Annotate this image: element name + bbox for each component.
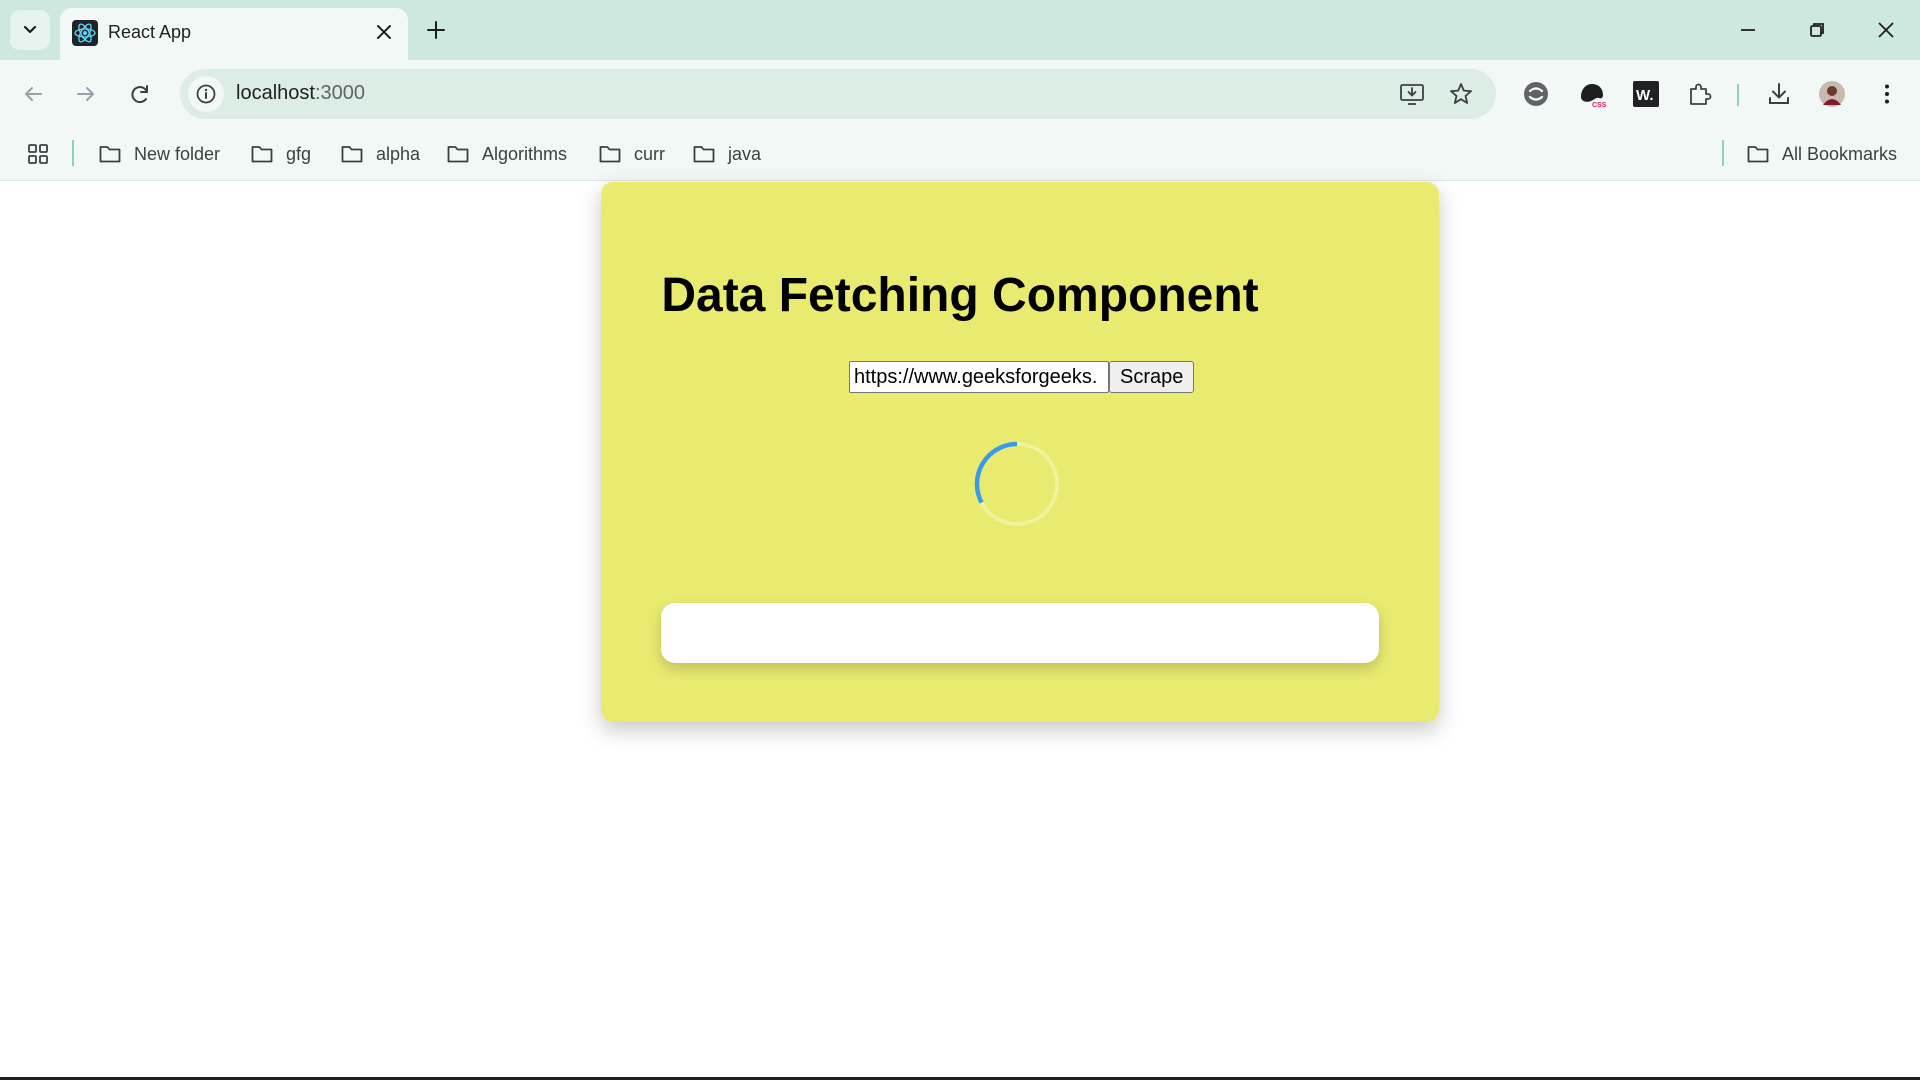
bookmark-label: curr [634, 143, 665, 164]
all-bookmarks-label: All Bookmarks [1782, 143, 1898, 164]
bookmark-folder-java[interactable]: java [692, 138, 761, 170]
apps-grid-icon[interactable] [26, 142, 50, 166]
restore-icon[interactable] [1803, 16, 1831, 44]
browser-tab[interactable]: React App [60, 8, 408, 60]
svg-text:W.: W. [1636, 87, 1654, 104]
folder-icon [1747, 146, 1769, 163]
bookmark-folder-algorithms[interactable]: Algorithms [446, 138, 567, 170]
close-tab-icon[interactable] [374, 22, 394, 42]
url-host: localhost [236, 82, 315, 104]
bookmark-star-icon[interactable] [1448, 81, 1474, 107]
bookmark-folder-curr[interactable]: curr [598, 138, 665, 170]
folder-icon [693, 146, 715, 163]
close-window-icon[interactable] [1872, 16, 1900, 44]
loading-spinner-icon [974, 441, 1059, 526]
scrape-form: Scrape [849, 361, 1195, 393]
folder-icon [447, 146, 469, 163]
bookmarks-separator [72, 140, 74, 166]
bookmarks-bar: New folder gfg alpha Algorithms curr jav… [0, 128, 1920, 181]
folder-icon [599, 146, 621, 163]
toolbar-separator [1737, 84, 1739, 106]
bookmark-label: java [728, 143, 762, 164]
tab-search-button[interactable] [10, 10, 50, 50]
menu-kebab-icon[interactable] [1873, 80, 1901, 108]
chevron-down-icon [23, 25, 37, 34]
folder-icon [251, 146, 273, 163]
download-icon[interactable] [1765, 80, 1793, 108]
install-app-icon[interactable] [1399, 81, 1425, 107]
url-text: localhost:3000 [236, 82, 365, 105]
browser-toolbar: localhost:3000 CSS W. [0, 60, 1920, 128]
tab-strip: React App [0, 0, 1920, 60]
w-extension-icon[interactable]: W. [1632, 80, 1660, 108]
extensions-puzzle-icon[interactable] [1686, 80, 1714, 108]
bookmark-folder-gfg[interactable]: gfg [250, 138, 311, 170]
tab-title: React App [108, 22, 192, 42]
bookmark-folder-new-folder[interactable]: New folder [98, 138, 220, 170]
minimize-icon[interactable] [1734, 16, 1762, 44]
reload-icon[interactable] [126, 80, 154, 108]
bookmark-label: gfg [286, 143, 312, 164]
vpn-extension-icon[interactable] [1522, 80, 1550, 108]
profile-avatar-icon[interactable] [1818, 80, 1846, 108]
info-icon [196, 84, 216, 104]
react-logo-icon [72, 20, 98, 46]
back-icon[interactable] [19, 80, 47, 108]
result-box [661, 603, 1379, 663]
bookmark-label: New folder [134, 143, 221, 164]
css-extension-icon[interactable]: CSS [1578, 80, 1606, 108]
folder-icon [341, 146, 363, 163]
forward-icon[interactable] [72, 80, 100, 108]
url-input[interactable] [849, 361, 1109, 393]
bookmark-label: Algorithms [482, 143, 568, 164]
all-bookmarks-button[interactable]: All Bookmarks [1746, 138, 1897, 170]
new-tab-icon[interactable] [424, 18, 448, 42]
bookmark-folder-alpha[interactable]: alpha [340, 138, 420, 170]
page-title: Data Fetching Component [661, 269, 1259, 322]
scrape-button[interactable]: Scrape [1109, 361, 1195, 393]
svg-text:CSS: CSS [1592, 102, 1606, 108]
folder-icon [99, 146, 121, 163]
bookmark-label: alpha [376, 143, 421, 164]
site-info-button[interactable] [188, 76, 224, 112]
bookmarks-separator [1722, 140, 1724, 166]
address-bar[interactable]: localhost:3000 [180, 69, 1496, 119]
url-port: :3000 [314, 82, 365, 104]
